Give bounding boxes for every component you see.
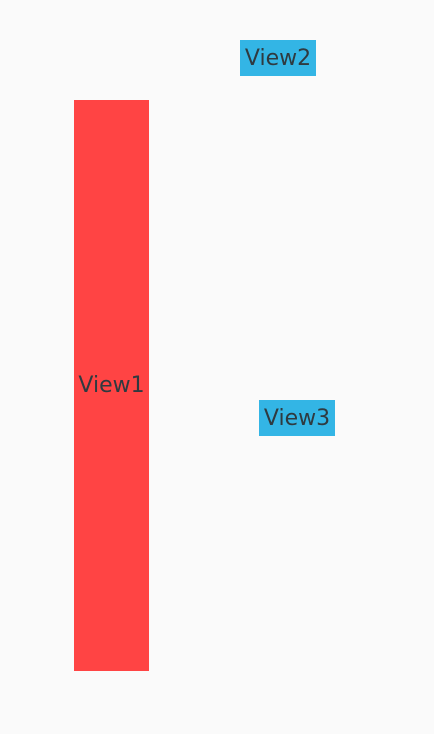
- view1-label: View1: [78, 373, 145, 398]
- view1-block: View1: [74, 100, 149, 671]
- view2-block: View2: [240, 40, 316, 76]
- view3-label: View3: [263, 405, 331, 431]
- view2-label: View2: [244, 45, 312, 71]
- view3-block: View3: [259, 400, 335, 436]
